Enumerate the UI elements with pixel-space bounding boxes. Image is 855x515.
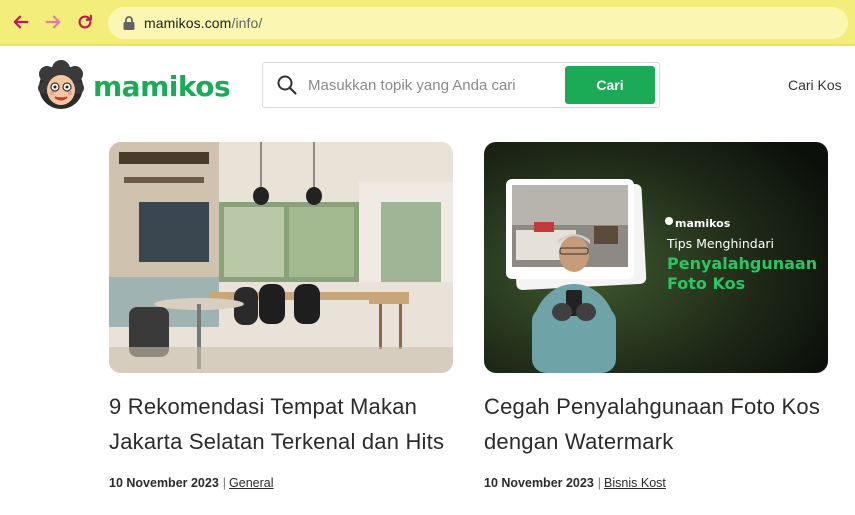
article-title[interactable]: Cegah Penyalahgunaan Foto Kos dengan Wat… xyxy=(484,389,828,459)
thumbnail-subtitle: Tips Menghindari xyxy=(667,236,775,251)
article-meta: 10 November 2023 | Bisnis Kost xyxy=(484,476,828,490)
url-path: /info/ xyxy=(231,15,263,31)
article-meta: 10 November 2023 | General xyxy=(109,476,453,490)
search-icon xyxy=(277,75,297,95)
restaurant-interior-image xyxy=(109,142,453,373)
article-date: 10 November 2023 xyxy=(109,476,219,490)
logo-text: mamikos xyxy=(93,69,231,103)
site-logo[interactable]: mamikos xyxy=(35,60,231,112)
reload-icon xyxy=(78,14,92,29)
thumbnail-brand-text: mamikos xyxy=(675,217,731,230)
back-button[interactable] xyxy=(10,11,32,33)
article-thumbnail[interactable]: mamikos Tips Menghindari Penyalahgunaan … xyxy=(484,142,828,373)
search-input[interactable] xyxy=(308,76,553,94)
article-title[interactable]: 9 Rekomendasi Tempat Makan Jakarta Selat… xyxy=(109,389,453,459)
back-arrow-icon xyxy=(13,15,29,29)
browser-toolbar: mamikos.com/info/ xyxy=(0,0,855,46)
thumbnail-headline-line-2: Foto Kos xyxy=(667,274,746,293)
url-text: mamikos.com/info/ xyxy=(144,15,262,31)
reload-button[interactable] xyxy=(74,11,96,33)
forward-arrow-icon xyxy=(45,15,61,29)
meta-separator: | xyxy=(222,476,227,490)
article-category-link[interactable]: Bisnis Kost xyxy=(604,476,666,490)
forward-button[interactable] xyxy=(42,11,64,33)
search-button[interactable]: Cari xyxy=(565,66,655,104)
meta-separator: | xyxy=(597,476,602,490)
nav-link-cari-kos[interactable]: Cari Kos xyxy=(788,77,842,93)
lock-icon xyxy=(123,16,135,30)
article-thumbnail[interactable] xyxy=(109,142,453,373)
address-bar[interactable]: mamikos.com/info/ xyxy=(108,7,848,39)
article-category-link[interactable]: General xyxy=(229,476,273,490)
article-date: 10 November 2023 xyxy=(484,476,594,490)
thumbnail-headline-line-1: Penyalahgunaan xyxy=(667,254,818,273)
url-domain: mamikos.com xyxy=(144,15,232,31)
article-card[interactable]: mamikos Tips Menghindari Penyalahgunaan … xyxy=(484,142,828,490)
article-card[interactable]: 9 Rekomendasi Tempat Makan Jakarta Selat… xyxy=(109,142,453,490)
search-box: Cari xyxy=(262,62,660,108)
mascot-logo-icon xyxy=(38,60,84,109)
site-header: mamikos Cari Cari Kos xyxy=(0,46,855,126)
